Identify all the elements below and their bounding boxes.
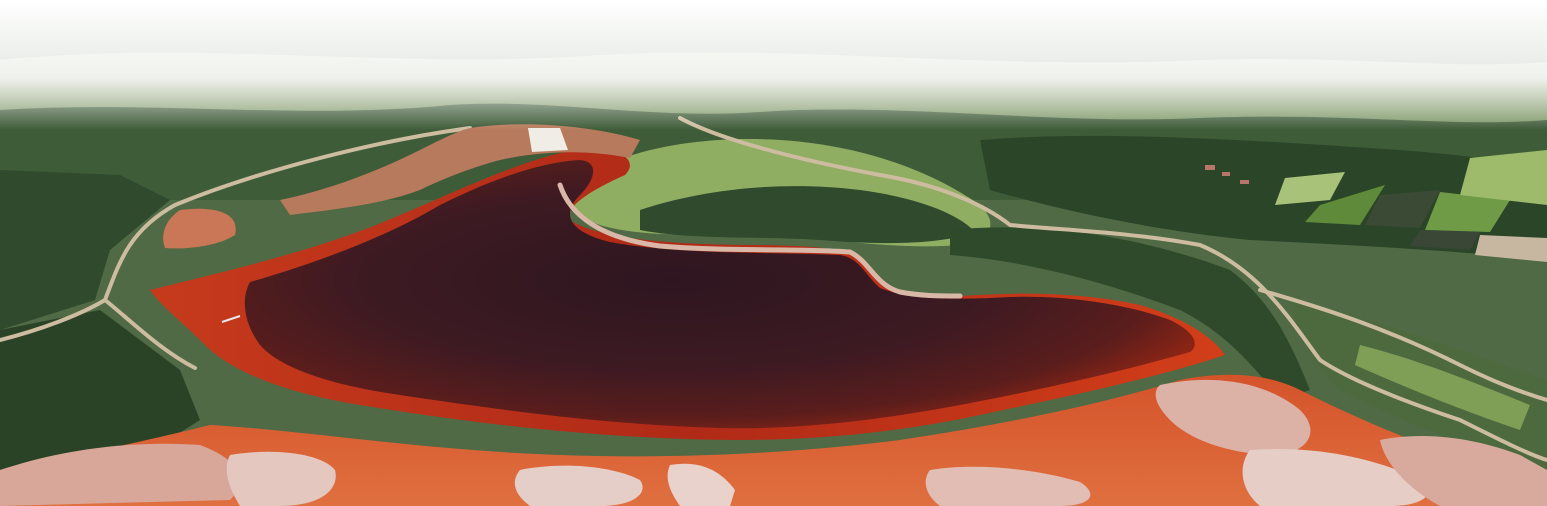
landscape-illustration	[0, 0, 1547, 506]
fog-overlay	[0, 0, 1547, 130]
aerial-photo	[0, 0, 1547, 506]
